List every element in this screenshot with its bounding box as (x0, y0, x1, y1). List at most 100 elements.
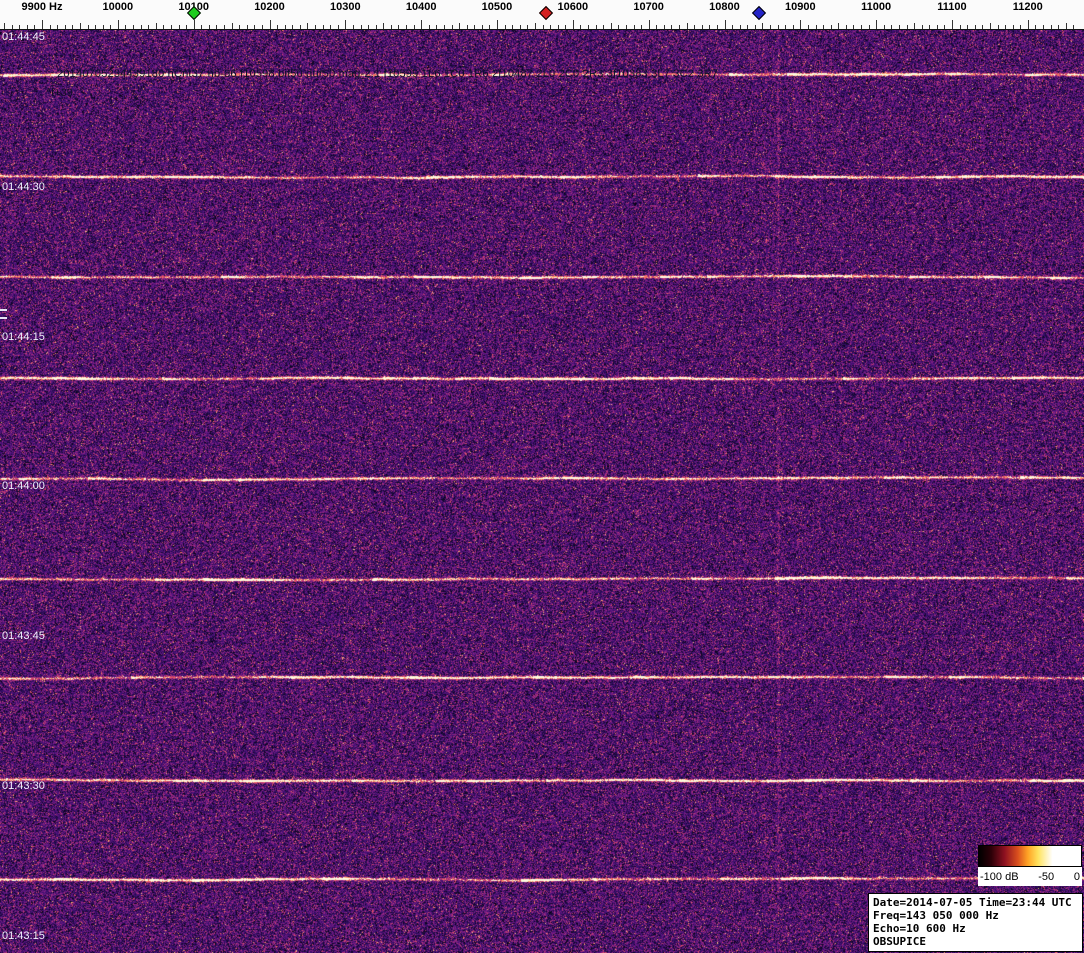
ruler-tick (148, 25, 150, 29)
frequency-ruler: 9900 Hz100001010010200103001040010500106… (0, 0, 1084, 30)
ruler-tick (770, 25, 771, 29)
freq-tick-label: 10900 (785, 1, 816, 13)
ruler-tick (284, 25, 286, 29)
ruler-tick (428, 25, 430, 29)
ruler-tick (459, 23, 461, 29)
freq-tick-label: 10400 (405, 1, 437, 13)
ruler-tick (929, 25, 931, 29)
ruler-tick (959, 25, 961, 29)
ruler-tick (155, 23, 157, 29)
ruler-tick (208, 25, 210, 29)
ruler-tick (792, 25, 794, 29)
marker-blue[interactable] (751, 5, 766, 21)
ruler-tick (1050, 25, 1052, 29)
ruler-tick (777, 25, 779, 29)
ruler-tick (246, 25, 248, 29)
ruler-tick (277, 25, 279, 29)
ruler-tick (239, 25, 241, 29)
ruler-tick (936, 25, 938, 29)
ruler-tick (383, 23, 385, 29)
ruler-tick (921, 25, 923, 29)
time-label: 01:44:00 (2, 480, 45, 492)
ruler-tick (497, 20, 498, 29)
ruler-tick (315, 25, 316, 29)
ruler-tick (170, 25, 172, 29)
ruler-tick (87, 25, 89, 29)
ruler-tick (163, 25, 165, 29)
ruler-tick (914, 23, 915, 29)
ruler-tick (830, 25, 832, 29)
time-tick-mark (0, 309, 7, 311)
meteor-spectrogram-window: 9900 Hz100001010010200103001040010500106… (0, 0, 1084, 953)
ruler-tick (125, 25, 127, 29)
db-mid-label: -50 (1038, 870, 1055, 883)
marker-red[interactable] (539, 5, 554, 21)
colormap-gradient (978, 845, 1082, 867)
ruler-tick (261, 25, 263, 29)
ruler-tick (406, 25, 407, 29)
ruler-tick (542, 25, 544, 29)
ruler-tick (352, 25, 354, 29)
ruler-tick (534, 23, 536, 29)
ruler-tick (1058, 25, 1060, 29)
ruler-tick (186, 25, 188, 29)
ruler-tick (686, 23, 688, 29)
ruler-tick (883, 25, 885, 29)
ruler-tick (307, 23, 309, 29)
ruler-tick (117, 20, 119, 29)
ruler-tick (216, 25, 218, 29)
ruler-tick (201, 25, 203, 29)
time-label: 01:43:30 (2, 780, 45, 792)
event-detection-annotation: 20140705234439180 hCnt37 nb-86 f10598 bi… (57, 68, 719, 80)
ruler-tick (989, 23, 991, 29)
ruler-tick (512, 25, 514, 29)
ruler-tick (436, 25, 438, 29)
ruler-tick (974, 25, 976, 29)
ruler-tick (952, 20, 953, 29)
ruler-tick (4, 23, 6, 29)
ruler-tick (603, 25, 605, 29)
ruler-tick (868, 25, 870, 29)
ruler-tick (754, 25, 756, 29)
ruler-tick (504, 25, 506, 29)
ruler-tick (519, 25, 521, 29)
ruler-tick (474, 25, 476, 29)
ruler-tick (906, 25, 908, 29)
ruler-tick (57, 25, 59, 29)
ruler-tick (807, 25, 809, 29)
db-min-label: -100 dB (980, 870, 1019, 883)
ruler-tick (102, 25, 104, 29)
ruler-tick (861, 25, 862, 29)
ruler-tick (26, 25, 28, 29)
freq-tick-label: 10500 (481, 1, 513, 13)
ruler-tick (800, 20, 802, 29)
time-label: 01:43:15 (2, 930, 45, 942)
ruler-tick (254, 25, 256, 29)
ruler-tick (481, 25, 483, 29)
spectrogram-canvas[interactable] (0, 30, 1084, 953)
ruler-tick (292, 25, 294, 29)
ruler-tick (747, 25, 749, 29)
info-echo: Echo=10 600 Hz (873, 922, 966, 935)
info-station: OBSUPICE (873, 935, 926, 948)
ruler-tick (79, 23, 81, 29)
ruler-tick (11, 25, 13, 29)
ruler-tick (193, 20, 195, 29)
freq-tick-label: 10000 (102, 1, 134, 13)
ruler-tick (550, 25, 552, 29)
ruler-tick (322, 25, 324, 29)
ruler-tick (663, 25, 665, 29)
ruler-tick (739, 25, 741, 29)
ruler-tick (595, 25, 597, 29)
ruler-tick (557, 25, 559, 29)
ruler-tick (982, 25, 984, 29)
ruler-tick (572, 20, 574, 29)
info-frequency: Freq=143 050 000 Hz (873, 909, 999, 922)
ruler-tick (375, 25, 377, 29)
ruler-tick (72, 25, 74, 29)
time-label: 01:44:30 (2, 181, 45, 193)
ruler-tick (49, 25, 51, 29)
ruler-tick (580, 25, 582, 29)
ruler-tick (1005, 25, 1006, 29)
freq-tick-label: 10600 (557, 1, 589, 13)
